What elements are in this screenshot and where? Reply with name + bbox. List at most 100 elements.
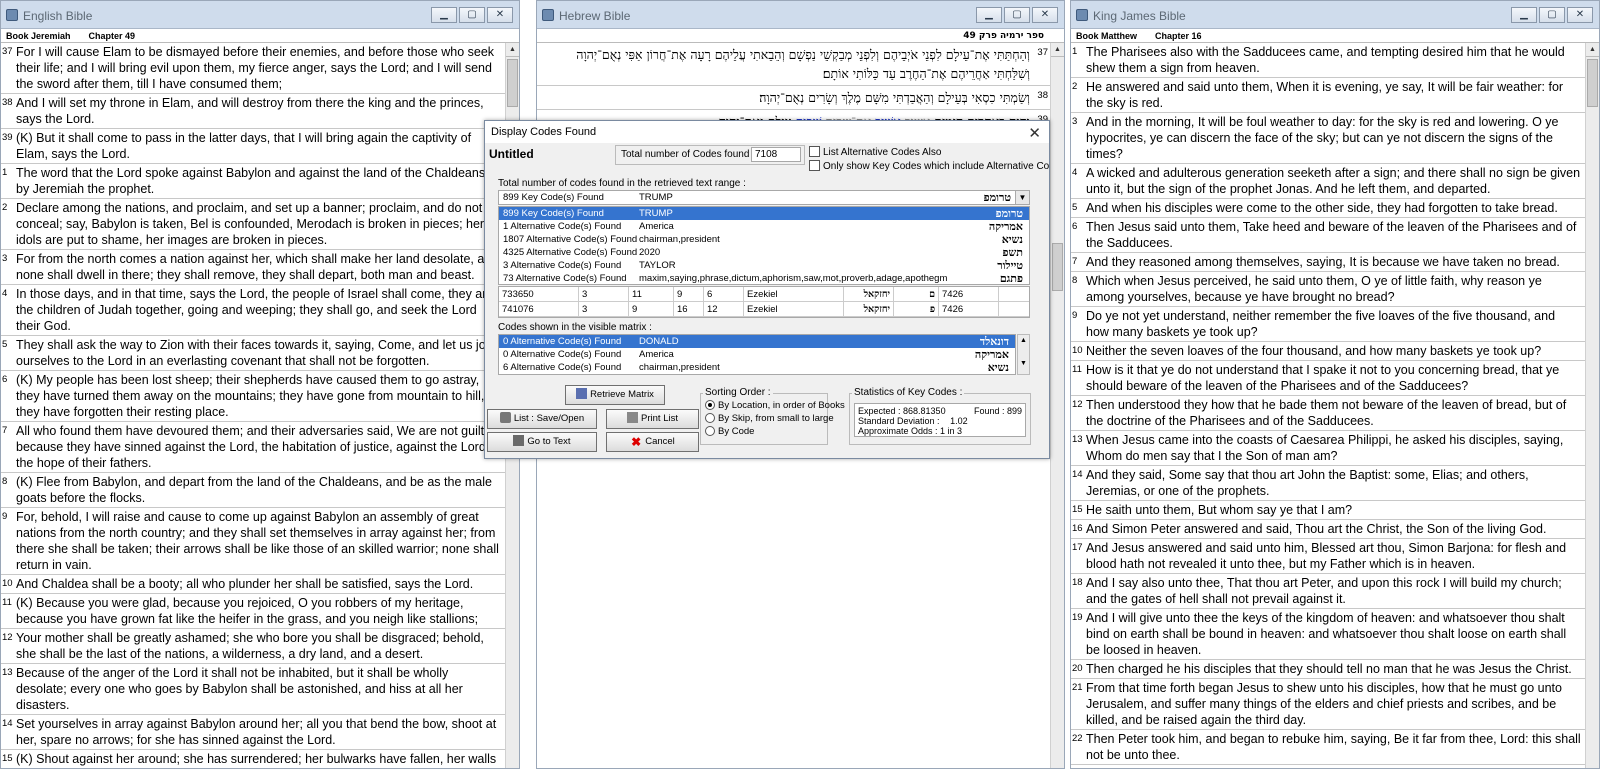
verse-row[interactable]: 6 (K) My people has been lost sheep; thei… — [1, 371, 505, 422]
verse-row[interactable]: 15 (K) Shout against her around; she has … — [1, 750, 505, 768]
go-to-text-button[interactable]: Go to Text — [487, 432, 597, 452]
only-key-codes-checkbox[interactable]: Only show Key Codes which include Altern… — [809, 160, 1049, 172]
verse-row[interactable]: 5 And when his disciples were come to the… — [1071, 199, 1585, 218]
maximize-button[interactable]: ▢ — [1004, 7, 1030, 23]
code-list-item[interactable]: 4325 Alternative Code(s) Found 2020 תשפ — [499, 246, 1029, 259]
scroll-up-arrow-icon[interactable]: ▲ — [1051, 43, 1064, 57]
minimize-button[interactable]: ▁ — [1511, 7, 1537, 23]
code-list-item[interactable]: 0 Alternative Code(s) Found DONALD דונאלד — [499, 335, 1015, 348]
dialog-title-bar[interactable]: Display Codes Found ✕ — [485, 121, 1049, 143]
verse-row[interactable]: 9 Do ye not yet understand, neither remem… — [1071, 307, 1585, 342]
verse-row[interactable]: 4 In those days, and in that time, says t… — [1, 285, 505, 336]
verse-row[interactable]: 12 Then understood they how that he bade … — [1071, 396, 1585, 431]
verse-row[interactable]: 21 From that time forth began Jesus to sh… — [1071, 679, 1585, 730]
kjv-verse-list[interactable]: 1 The Pharisees also with the Sadducees c… — [1071, 43, 1585, 768]
verse-row[interactable]: 14 And they said, Some say that thou art … — [1071, 466, 1585, 501]
verse-row[interactable]: 7 All who found them have devoured them; … — [1, 422, 505, 473]
code-list-item[interactable]: 73 Alternative Code(s) Found maxim,saying… — [499, 272, 1029, 285]
verse-row[interactable]: 8 (K) Flee from Babylon, and depart from … — [1, 473, 505, 508]
verse-row[interactable]: 16 And Simon Peter answered and said, Tho… — [1071, 520, 1585, 539]
scrollbar-thumb[interactable] — [1587, 59, 1598, 107]
verse-row[interactable]: 7 And they reasoned among themselves, say… — [1071, 253, 1585, 272]
english-title-bar[interactable]: English Bible ▁ ▢ ✕ — [1, 1, 519, 29]
key-code-combo[interactable]: 899 Key Code(s) Found TRUMP טרומפ ▼ — [498, 190, 1030, 205]
kjv-title-bar[interactable]: King James Bible ▁ ▢ ✕ — [1071, 1, 1599, 29]
hebrew-title-bar[interactable]: Hebrew Bible ▁ ▢ ✕ — [537, 1, 1064, 29]
list-save-open-button[interactable]: List : Save/Open — [487, 409, 597, 429]
scrollbar-thumb[interactable] — [507, 59, 518, 107]
sort-by-location-radio[interactable]: By Location, in order of Books — [705, 400, 845, 411]
close-icon[interactable]: ✕ — [1028, 123, 1041, 145]
verse-row[interactable]: 1 The Pharisees also with the Sadducees c… — [1071, 43, 1585, 78]
verse-row[interactable]: 5 They shall ask the way to Zion with the… — [1, 336, 505, 371]
verse-row[interactable]: 9 For, behold, I will raise and cause to … — [1, 508, 505, 575]
scroll-down-arrow-icon[interactable]: ▼ — [1018, 344, 1029, 367]
sort-by-code-radio[interactable]: By Code — [705, 426, 754, 437]
verse-row[interactable]: 17 And Jesus answered and said unto him, … — [1071, 539, 1585, 574]
verse-text: How is it that ye do not understand that… — [1086, 363, 1560, 393]
code-hebrew: טיילור — [997, 259, 1023, 272]
scroll-up-arrow-icon[interactable]: ▲ — [506, 43, 519, 57]
verse-row[interactable]: 3 And in the morning, It will be foul wea… — [1071, 113, 1585, 164]
visible-list-scrollbar[interactable]: ▲ ▼ — [1017, 334, 1030, 375]
verse-row[interactable]: 2 He answered and said unto them, When it… — [1071, 78, 1585, 113]
chapter-label: Chapter 16 — [1155, 31, 1202, 41]
code-list-item[interactable]: 1807 Alternative Code(s) Found chairman,p… — [499, 233, 1029, 246]
code-list[interactable]: 899 Key Code(s) Found TRUMP טרומפ 1 Alterna… — [498, 206, 1030, 285]
verse-row[interactable]: 15 He saith unto them, But whom say ye th… — [1071, 501, 1585, 520]
verse-row[interactable]: 18 And I say also unto thee, That thou ar… — [1071, 574, 1585, 609]
maximize-button[interactable]: ▢ — [459, 7, 485, 23]
visible-codes-list[interactable]: 0 Alternative Code(s) Found DONALD דונאלד 0… — [498, 334, 1016, 375]
code-results-grid[interactable]: 733650 3 11 9 6 Ezekiel יחזקאל ם 7426 741076 3 9 16 1… — [498, 286, 1030, 318]
maximize-button[interactable]: ▢ — [1539, 7, 1565, 23]
expected-value: Expected : 868.81350 — [858, 406, 946, 416]
code-list-item[interactable]: 899 Key Code(s) Found TRUMP טרומפ — [499, 207, 1029, 220]
vertical-scrollbar[interactable]: ▲ — [1585, 43, 1599, 768]
retrieve-matrix-button[interactable]: Retrieve Matrix — [565, 385, 665, 405]
minimize-button[interactable]: ▁ — [976, 7, 1002, 23]
verse-row[interactable]: 37 For I will cause Elam to be dismayed b… — [1, 43, 505, 94]
minimize-button[interactable]: ▁ — [431, 7, 457, 23]
verse-row[interactable]: 19 And I will give unto thee the keys of … — [1071, 609, 1585, 660]
chevron-down-icon[interactable]: ▼ — [1015, 191, 1029, 204]
verse-row[interactable]: 38 וְשַׂמְתִּי כִסְאִי בְּעֵילָם וְהַאֲבַ… — [537, 86, 1050, 110]
sort-by-skip-radio[interactable]: By Skip, from small to large — [705, 413, 834, 424]
grid-row[interactable]: 733650 3 11 9 6 Ezekiel יחזקאל ם 7426 — [499, 287, 1029, 302]
code-list-item[interactable]: 3 Alternative Code(s) Found TAYLOR טיילור — [499, 259, 1029, 272]
verse-row[interactable]: 8 Which when Jesus perceived, he said unt… — [1071, 272, 1585, 307]
verse-row[interactable]: 4 A wicked and adulterous generation seek… — [1071, 164, 1585, 199]
verse-row[interactable]: 13 Because of the anger of the Lord it sh… — [1, 664, 505, 715]
code-list-item[interactable]: 0 Alternative Code(s) Found America אמריקה — [499, 348, 1015, 361]
verse-row[interactable]: 1 The word that the Lord spoke against Ba… — [1, 164, 505, 199]
verse-row[interactable]: 11 (K) Because you were glad, because you… — [1, 594, 505, 629]
verse-row[interactable]: 11 How is it that ye do not understand th… — [1071, 361, 1585, 396]
english-verse-list[interactable]: 37 For I will cause Elam to be dismayed b… — [1, 43, 505, 768]
verse-row[interactable]: 22 Then Peter took him, and began to rebu… — [1071, 730, 1585, 765]
scroll-up-arrow-icon[interactable]: ▲ — [1586, 43, 1599, 57]
verse-row[interactable]: 6 Then Jesus said unto them, Take heed an… — [1071, 218, 1585, 253]
code-list-item[interactable]: 6 Alternative Code(s) Found chairman,pres… — [499, 361, 1015, 374]
close-button[interactable]: ✕ — [1032, 7, 1058, 23]
verse-row[interactable]: 10 And Chaldea shall be a booty; all who … — [1, 575, 505, 594]
print-list-button[interactable]: Print List — [606, 409, 699, 429]
vertical-scrollbar[interactable]: ▲ — [1050, 43, 1064, 768]
radio-label: By Location, in order of Books — [718, 400, 845, 411]
verse-row[interactable]: 12 Your mother shall be greatly ashamed; … — [1, 629, 505, 664]
verse-row[interactable]: 10 Neither the seven loaves of the four t… — [1071, 342, 1585, 361]
verse-row[interactable]: 39 (K) But it shall come to pass in the l… — [1, 129, 505, 164]
close-button[interactable]: ✕ — [487, 7, 513, 23]
grid-row[interactable]: 741076 3 9 16 12 Ezekiel יחזקאל פ 7426 — [499, 302, 1029, 317]
list-alternative-checkbox[interactable]: List Alternative Codes Also — [809, 146, 941, 158]
verse-row[interactable]: 38 And I will set my throne in Elam, and … — [1, 94, 505, 129]
cancel-button[interactable]: ✖ Cancel — [606, 432, 699, 452]
scrollbar-thumb[interactable] — [1052, 243, 1063, 291]
scroll-up-arrow-icon[interactable]: ▲ — [1018, 335, 1029, 344]
code-list-item[interactable]: 1 Alternative Code(s) Found America אמריקה — [499, 220, 1029, 233]
verse-row[interactable]: 14 Set yourselves in array against Babylo… — [1, 715, 505, 750]
verse-row[interactable]: 3 For from the north comes a nation again… — [1, 250, 505, 285]
close-button[interactable]: ✕ — [1567, 7, 1593, 23]
verse-row[interactable]: 13 When Jesus came into the coasts of Cae… — [1071, 431, 1585, 466]
verse-row[interactable]: 2 Declare among the nations, and proclaim… — [1, 199, 505, 250]
verse-row[interactable]: 20 Then charged he his disciples that the… — [1071, 660, 1585, 679]
verse-row[interactable]: 37 וְהַחְתַּתִּי אֶת־עֵילָם לִפְנֵי אֹיְב… — [537, 43, 1050, 86]
